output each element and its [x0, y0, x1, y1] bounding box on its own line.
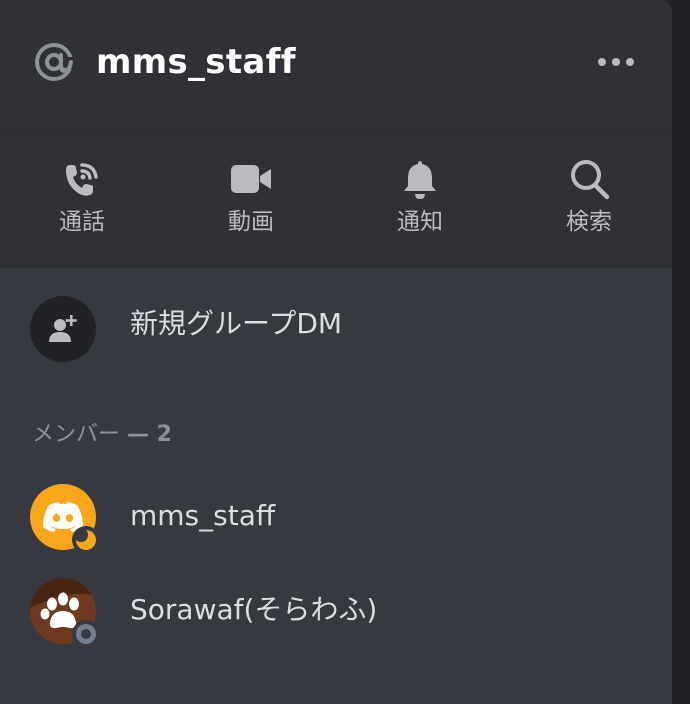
idle-status-icon [72, 526, 100, 554]
video-button[interactable]: 動画 [191, 153, 311, 243]
new-group-dm-label: 新規グループDM [130, 307, 343, 340]
notifications-button[interactable]: 通知 [360, 153, 480, 243]
video-icon [231, 165, 271, 193]
member-name: mms_staff [130, 499, 276, 532]
dm-profile-panel: mms_staff 通話 動画 通知 検索 新規グループDM メンバー — 2 … [0, 0, 672, 704]
search-icon [571, 160, 610, 200]
new-group-dm-button[interactable]: 新規グループDM [0, 280, 672, 376]
search-button[interactable]: 検索 [529, 153, 649, 243]
new-group-icon-circle [30, 296, 96, 362]
window-edge [672, 0, 690, 704]
search-label: 検索 [566, 209, 612, 235]
video-label: 動画 [228, 209, 274, 235]
more-icon[interactable] [594, 50, 638, 74]
channel-title: mms_staff [96, 42, 296, 82]
add-user-icon [49, 315, 77, 342]
phone-icon [66, 163, 98, 196]
offline-status-icon [72, 620, 100, 648]
members-section-header: メンバー — 2 [32, 418, 172, 452]
notifications-label: 通知 [397, 209, 443, 235]
call-button[interactable]: 通話 [22, 153, 142, 243]
bell-icon [404, 161, 436, 199]
member-name: Sorawaf(そらわふ) [130, 593, 378, 626]
call-label: 通話 [59, 209, 105, 235]
member-item[interactable]: mms_staff [0, 474, 672, 560]
header: mms_staff [0, 0, 672, 129]
members-header-label: メンバー [32, 422, 121, 447]
members-count: — 2 [127, 422, 172, 447]
at-icon [35, 43, 76, 81]
member-item[interactable]: Sorawaf(そらわふ) [0, 568, 672, 654]
action-bar: 通話 動画 通知 検索 [0, 129, 672, 268]
